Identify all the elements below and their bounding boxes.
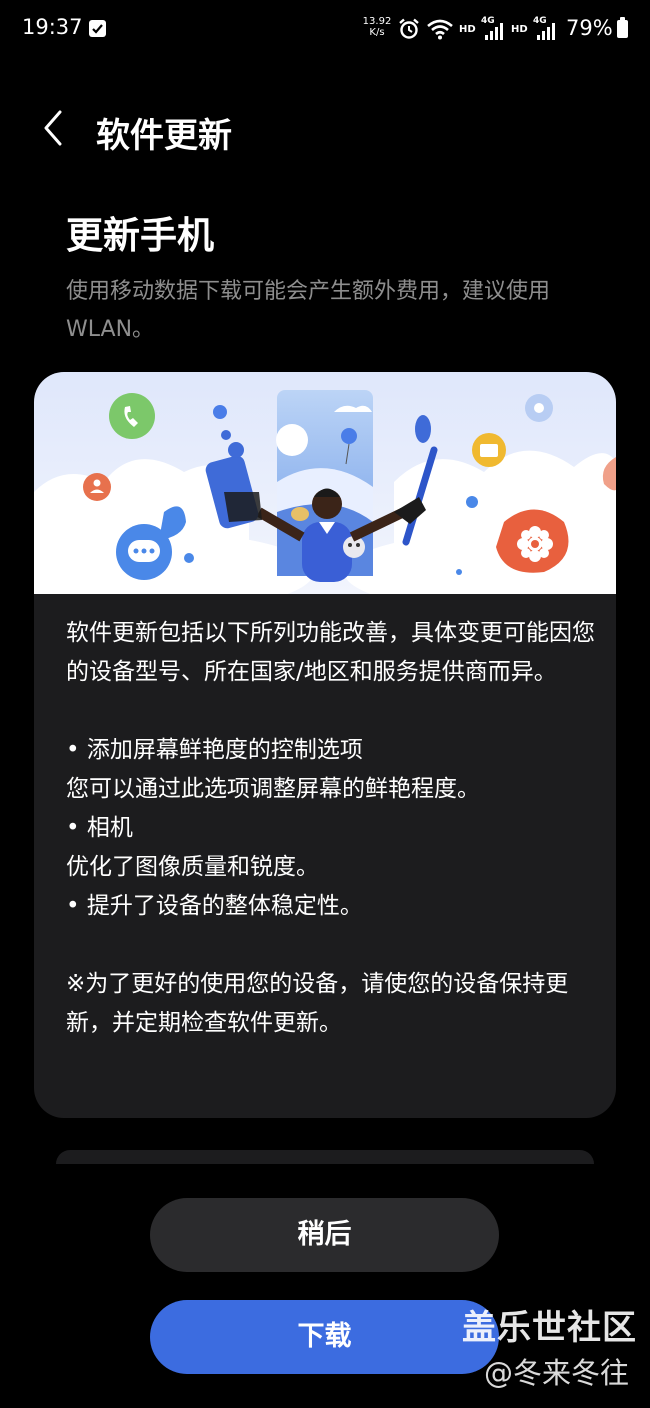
download-button[interactable]: 下载: [150, 1300, 499, 1374]
network-speed-unit: K/s: [369, 27, 385, 38]
feature-item: 优化了图像质量和锐度。: [66, 854, 319, 880]
note-text: ※为了更好的使用您的设备，请使您的设备保持更新，并定期检查软件更新。: [66, 971, 569, 1036]
update-illustration: [34, 372, 616, 594]
later-button[interactable]: 稍后: [150, 1198, 499, 1272]
next-card-edge: [56, 1150, 594, 1164]
update-description: 软件更新包括以下所列功能改善，具体变更可能因您的设备型号、所在国家/地区和服务提…: [66, 614, 596, 1043]
intro-text: 软件更新包括以下所列功能改善，具体变更可能因您的设备型号、所在国家/地区和服务提…: [66, 620, 595, 685]
page-title: 软件更新: [96, 116, 232, 156]
feature-item: • 相机: [66, 815, 133, 841]
chevron-left-icon: [44, 110, 62, 146]
update-details-card: 软件更新包括以下所列功能改善，具体变更可能因您的设备型号、所在国家/地区和服务提…: [34, 372, 616, 1118]
feature-item: • 添加屏幕鲜艳度的控制选项: [66, 737, 363, 763]
alarm-icon: [399, 18, 419, 39]
hd-label-2: HD: [511, 24, 528, 35]
back-button[interactable]: [38, 108, 68, 148]
battery-percent: 79%: [566, 16, 613, 40]
signal-icon-2: [537, 23, 555, 40]
network-speed: 13.92 K/s: [361, 16, 393, 38]
section-heading: 更新手机: [66, 214, 214, 257]
watermark-community: 盖乐世社区: [462, 1308, 637, 1348]
feature-item: 您可以通过此选项调整屏幕的鲜艳程度。: [66, 776, 480, 802]
wifi-icon: [427, 19, 453, 40]
checkbox-notification-icon: [89, 20, 106, 37]
signal-icon-1: [485, 23, 503, 40]
watermark-author: @冬来冬往: [484, 1356, 630, 1390]
network-speed-value: 13.92: [362, 16, 392, 27]
hd-label-1: HD: [459, 24, 476, 35]
data-usage-warning: 使用移动数据下载可能会产生额外费用，建议使用 WLAN。: [66, 279, 551, 342]
feature-item: • 提升了设备的整体稳定性。: [66, 893, 363, 919]
status-bar: 19:37 13.92 K/s HD 4G HD 4G 79%: [0, 0, 650, 60]
status-time: 19:37: [22, 15, 83, 39]
battery-icon: [617, 17, 628, 38]
